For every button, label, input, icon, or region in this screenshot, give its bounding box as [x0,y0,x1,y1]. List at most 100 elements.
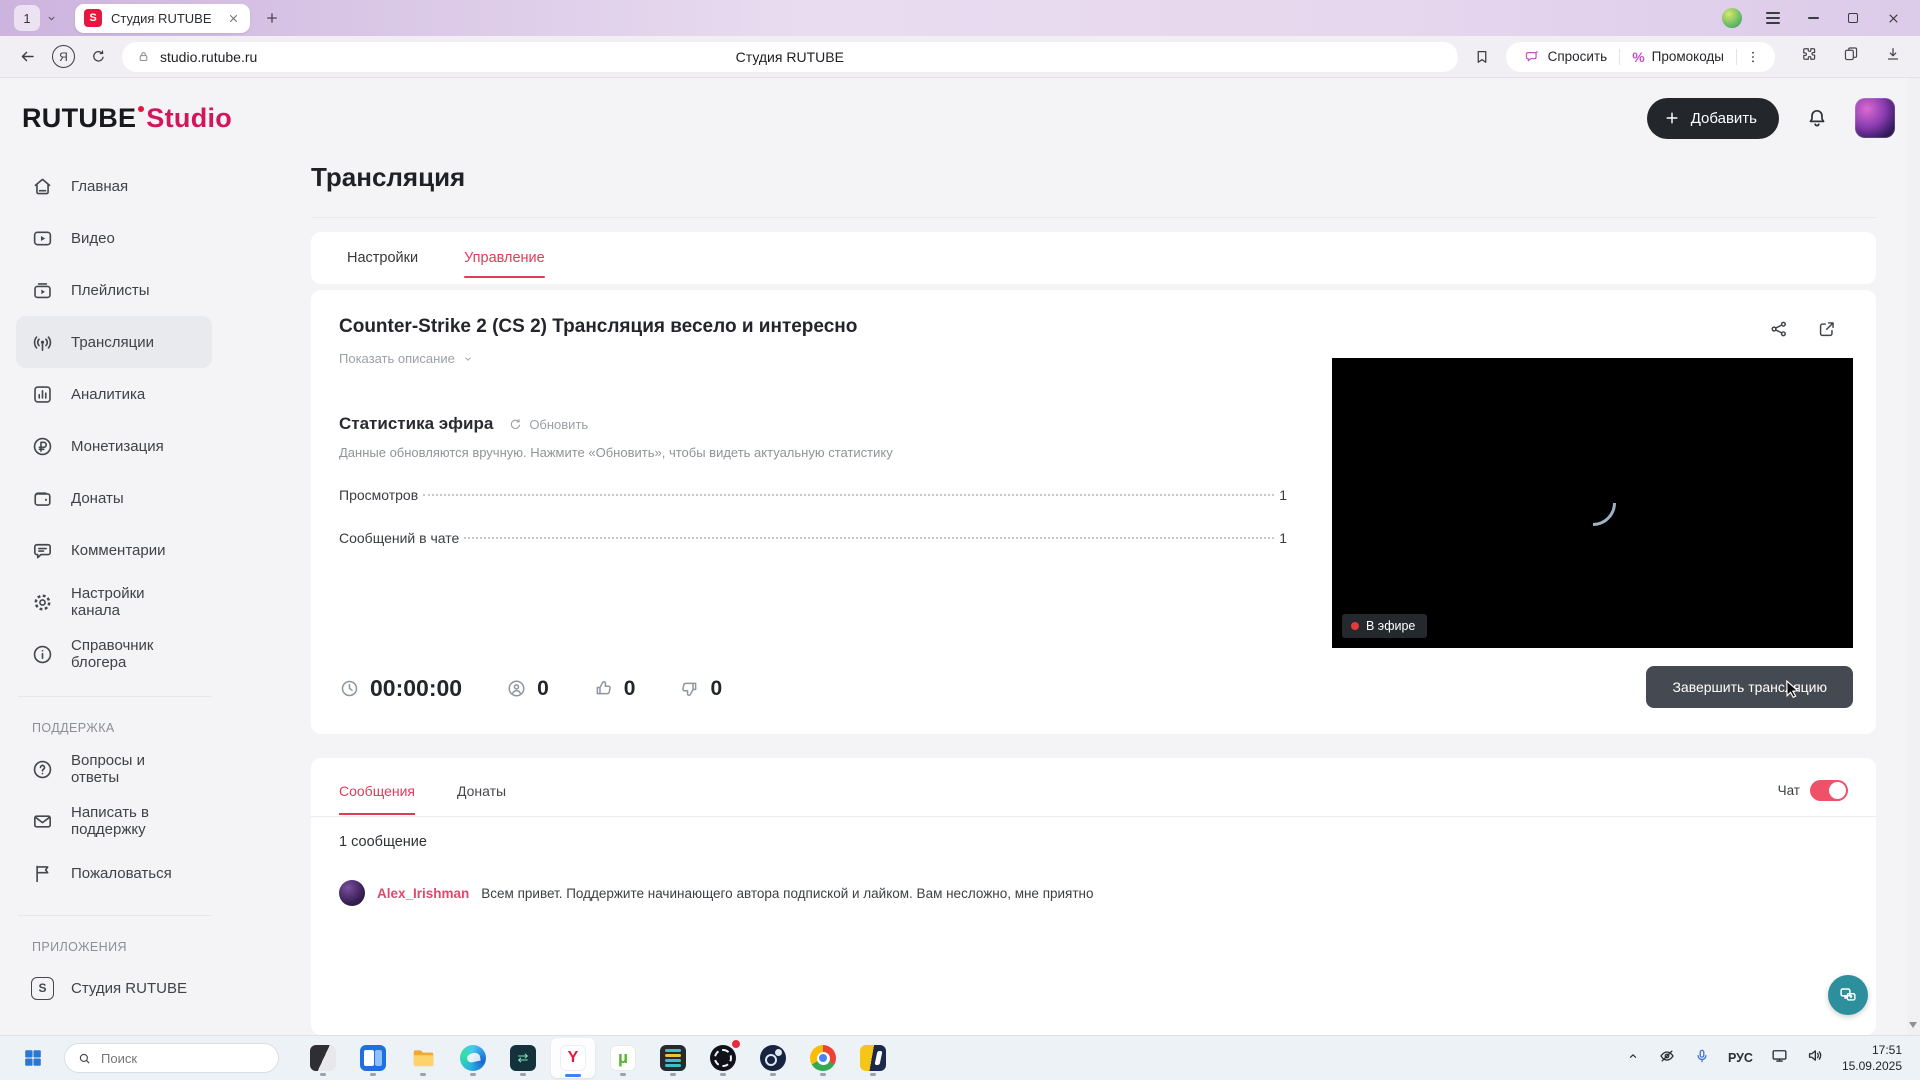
scroll-down-arrow[interactable] [1909,1022,1917,1028]
sidebar-item-playlists[interactable]: Плейлисты [16,264,212,316]
sidebar-item-broadcasts[interactable]: Трансляции [16,316,212,368]
chrome-icon[interactable] [801,1038,845,1078]
comment-icon [31,539,54,562]
favicon-letter: S [89,12,97,24]
sidebar-item-monetization[interactable]: Монетизация [16,420,212,472]
viewers-value: 0 [537,676,549,700]
video-player[interactable]: В эфире [1332,358,1853,648]
sidebar-item-label: Справочник блогера [71,637,154,671]
chevron-down-icon[interactable] [44,11,59,26]
mouse-cursor [1782,678,1803,699]
downloads-icon[interactable] [1884,45,1902,68]
time: 17:51 [1871,1042,1902,1057]
sidebar-item-blogger-guide[interactable]: Справочник блогера [16,628,212,680]
game-app-icon[interactable] [851,1038,895,1078]
tray-hidden-icon[interactable] [1658,1047,1676,1070]
browser-menu-icon[interactable] [1764,9,1782,27]
sidebar-item-channel-settings[interactable]: Настройки канала [16,576,212,628]
user-avatar[interactable] [1855,98,1895,138]
question-icon [31,758,54,781]
media-app-icon[interactable]: ⇄ [501,1038,545,1078]
promocodes-button[interactable]: % Промокоды [1620,42,1736,72]
sidebar-item-label: Плейлисты [71,281,150,299]
file-explorer-icon[interactable] [401,1038,445,1078]
chat-toggle[interactable] [1810,780,1848,801]
notification-badge [731,1039,741,1049]
browser-tab[interactable]: S Студия RUTUBE [75,3,250,33]
yandex-services-icon[interactable]: Я [52,45,75,68]
add-button[interactable]: Добавить [1646,97,1779,139]
sidebar-divider [18,915,212,916]
share-icon[interactable] [1768,318,1790,345]
sidebar-item-contact-support[interactable]: Написать в поддержку [16,795,212,847]
back-button[interactable] [18,47,37,66]
tray-chevron-up-icon[interactable] [1625,1048,1641,1069]
refresh-link[interactable]: Обновить [508,417,588,432]
photos-app-icon[interactable] [301,1038,345,1078]
sidebar-item-label: Пожаловаться [71,864,172,882]
site-header: RUTUBE Studio Добавить [0,78,1920,158]
sidebar-item-report[interactable]: Пожаловаться [16,847,212,899]
tab-messages[interactable]: Сообщения [339,783,415,815]
bookmark-icon[interactable] [1473,48,1491,66]
viewers-counter: 0 [506,677,549,701]
tab-title: Студия RUTUBE [111,10,212,26]
sidebar-item-donations[interactable]: Донаты [16,472,212,524]
utorrent-icon[interactable]: µ [601,1038,645,1078]
external-link-icon[interactable] [1816,318,1838,345]
ask-ai-button[interactable]: Спросить [1512,42,1620,72]
tray-volume-icon[interactable] [1806,1046,1825,1070]
extensions-icon[interactable] [1800,45,1818,68]
feedback-button[interactable] [1828,975,1868,1015]
tab-group[interactable]: 1 [14,5,59,31]
clock[interactable]: 17:51 15.09.2025 [1842,1042,1902,1074]
wallet-icon [31,487,54,510]
dotted-leader [423,494,1275,496]
widgets-app-icon[interactable] [351,1038,395,1078]
close-window-button[interactable] [1884,9,1902,27]
sidebar-item-comments[interactable]: Комментарии [16,524,212,576]
taskbar-search[interactable] [64,1043,279,1073]
minimize-button[interactable] [1804,9,1822,27]
yandex-browser-icon[interactable]: Y [551,1038,595,1078]
show-description-link[interactable]: Показать описание [339,351,475,366]
sidebar-item-faq[interactable]: Вопросы и ответы [16,743,212,795]
maximize-button[interactable] [1844,9,1862,27]
live-badge-label: В эфире [1366,619,1416,633]
audio-app-icon[interactable] [651,1038,695,1078]
tray-microphone-icon[interactable] [1693,1047,1711,1070]
tab-management[interactable]: Управление [464,232,545,284]
tab-group-chip[interactable]: 1 [14,5,40,31]
rutube-studio-logo[interactable]: RUTUBE Studio [22,103,232,134]
new-tab-button[interactable] [264,10,280,26]
reload-button[interactable] [90,48,107,65]
clock-icon [339,678,360,699]
avatar[interactable] [339,880,365,906]
steam-icon[interactable] [751,1038,795,1078]
notifications-bell-icon[interactable] [1805,106,1829,130]
tray-network-icon[interactable] [1770,1046,1789,1070]
address-bar[interactable]: studio.rutube.ru Студия RUTUBE [122,41,1458,72]
chip-menu-button[interactable] [1737,42,1769,72]
language-indicator[interactable]: РУС [1728,1051,1753,1065]
tab-settings[interactable]: Настройки [347,232,418,284]
collections-icon[interactable] [1842,45,1860,68]
screen: 1 S Студия RUTUBE Я studio.rutube.ru Сту… [0,0,1920,1080]
obs-icon[interactable] [701,1038,745,1078]
scrollbar[interactable] [1907,78,1920,1035]
message-author[interactable]: Alex_Irishman [377,886,469,901]
tab-donations[interactable]: Донаты [457,783,506,799]
close-tab-icon[interactable] [227,12,240,25]
edge-icon[interactable] [451,1038,495,1078]
search-input[interactable] [101,1050,251,1066]
sidebar-item-home[interactable]: Главная [16,160,212,212]
browser-profile-avatar[interactable] [1722,8,1742,28]
sidebar-item-studio-app[interactable]: S Студия RUTUBE [16,962,212,1014]
url-text[interactable]: studio.rutube.ru [160,49,257,65]
windows-start-button[interactable] [14,1039,52,1077]
tab-group-label: 1 [23,10,31,26]
sidebar-item-video[interactable]: Видео [16,212,212,264]
end-broadcast-button[interactable]: Завершить трансляцию [1646,666,1853,708]
sidebar-item-label: Написать в поддержку [71,804,150,838]
sidebar-item-analytics[interactable]: Аналитика [16,368,212,420]
